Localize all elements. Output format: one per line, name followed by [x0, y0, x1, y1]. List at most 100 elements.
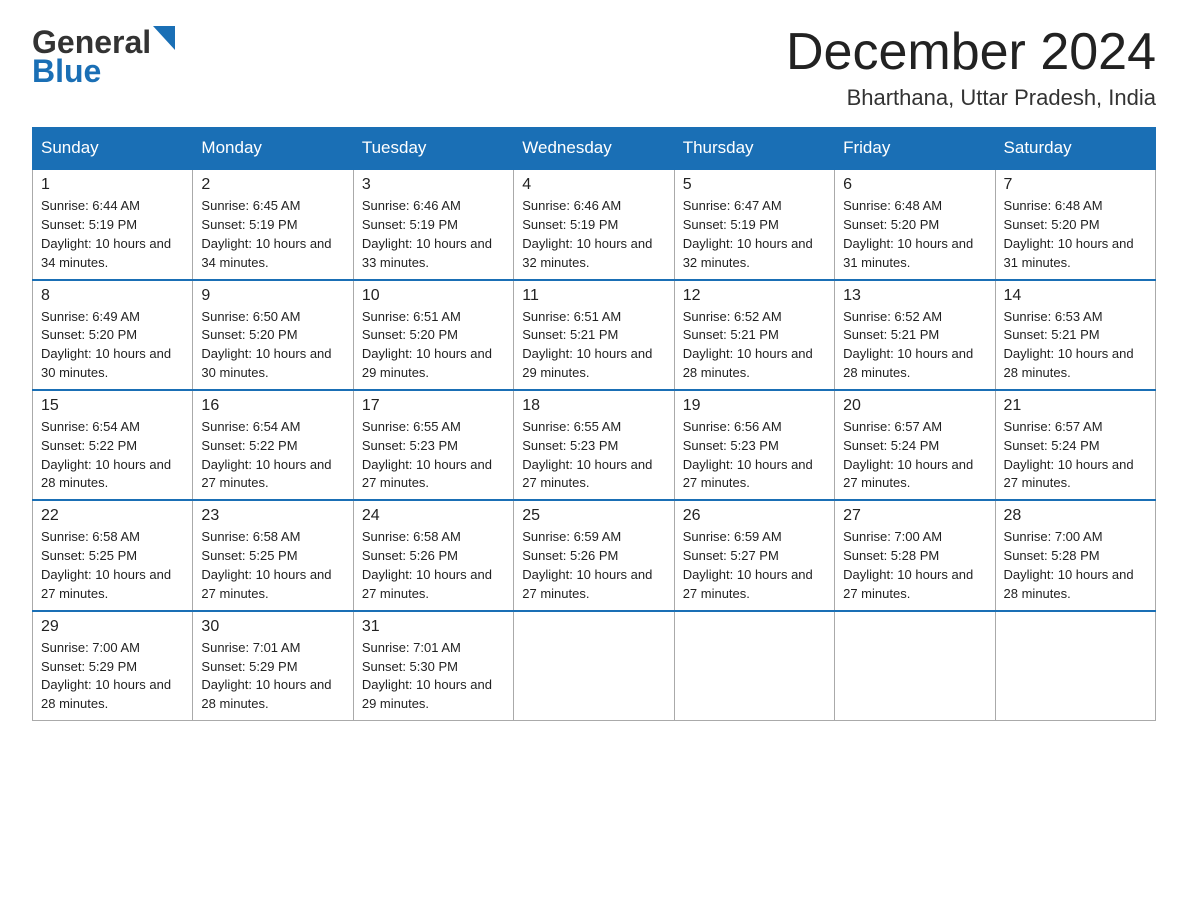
day-of-week-header: Friday	[835, 128, 995, 170]
calendar-cell: 25 Sunrise: 6:59 AMSunset: 5:26 PMDayligh…	[514, 500, 674, 610]
day-info: Sunrise: 6:54 AMSunset: 5:22 PMDaylight:…	[41, 419, 171, 491]
calendar-header-row: SundayMondayTuesdayWednesdayThursdayFrid…	[33, 128, 1156, 170]
day-info: Sunrise: 6:51 AMSunset: 5:21 PMDaylight:…	[522, 309, 652, 381]
day-info: Sunrise: 6:58 AMSunset: 5:25 PMDaylight:…	[201, 529, 331, 601]
day-info: Sunrise: 7:00 AMSunset: 5:29 PMDaylight:…	[41, 640, 171, 712]
calendar-cell: 22 Sunrise: 6:58 AMSunset: 5:25 PMDayligh…	[33, 500, 193, 610]
calendar-cell: 29 Sunrise: 7:00 AMSunset: 5:29 PMDayligh…	[33, 611, 193, 721]
logo-blue-text: Blue	[32, 53, 101, 89]
day-number: 29	[41, 618, 184, 636]
calendar-cell	[995, 611, 1155, 721]
day-number: 15	[41, 397, 184, 415]
day-number: 10	[362, 287, 505, 305]
calendar-cell: 30 Sunrise: 7:01 AMSunset: 5:29 PMDayligh…	[193, 611, 353, 721]
calendar-cell: 20Sunrise: 6:57 AMSunset: 5:24 PMDayligh…	[835, 390, 995, 500]
day-of-week-header: Saturday	[995, 128, 1155, 170]
day-number: 28	[1004, 507, 1147, 525]
calendar-week-row: 29 Sunrise: 7:00 AMSunset: 5:29 PMDayligh…	[33, 611, 1156, 721]
day-number: 21	[1004, 397, 1147, 415]
calendar-cell: 17Sunrise: 6:55 AMSunset: 5:23 PMDayligh…	[353, 390, 513, 500]
day-info: Sunrise: 6:45 AMSunset: 5:19 PMDaylight:…	[201, 198, 331, 270]
day-of-week-header: Sunday	[33, 128, 193, 170]
calendar-table: SundayMondayTuesdayWednesdayThursdayFrid…	[32, 127, 1156, 721]
logo-arrow-icon	[153, 26, 175, 50]
day-number: 3	[362, 176, 505, 194]
day-number: 27	[843, 507, 986, 525]
calendar-cell: 4Sunrise: 6:46 AMSunset: 5:19 PMDaylight…	[514, 169, 674, 279]
calendar-cell: 23Sunrise: 6:58 AMSunset: 5:25 PMDayligh…	[193, 500, 353, 610]
calendar-cell: 24 Sunrise: 6:58 AMSunset: 5:26 PMDayligh…	[353, 500, 513, 610]
location-subtitle: Bharthana, Uttar Pradesh, India	[786, 85, 1156, 111]
day-info: Sunrise: 7:00 AMSunset: 5:28 PMDaylight:…	[1004, 529, 1134, 601]
day-info: Sunrise: 6:46 AMSunset: 5:19 PMDaylight:…	[362, 198, 492, 270]
day-number: 2	[201, 176, 344, 194]
calendar-cell: 21 Sunrise: 6:57 AMSunset: 5:24 PMDayligh…	[995, 390, 1155, 500]
day-number: 20	[843, 397, 986, 415]
calendar-title-area: December 2024 Bharthana, Uttar Pradesh, …	[786, 24, 1156, 111]
calendar-week-row: 15 Sunrise: 6:54 AMSunset: 5:22 PMDayligh…	[33, 390, 1156, 500]
calendar-cell: 16 Sunrise: 6:54 AMSunset: 5:22 PMDayligh…	[193, 390, 353, 500]
day-number: 16	[201, 397, 344, 415]
day-of-week-header: Wednesday	[514, 128, 674, 170]
day-info: Sunrise: 6:58 AMSunset: 5:26 PMDaylight:…	[362, 529, 492, 601]
day-info: Sunrise: 6:55 AMSunset: 5:23 PMDaylight:…	[522, 419, 652, 491]
calendar-week-row: 8Sunrise: 6:49 AMSunset: 5:20 PMDaylight…	[33, 280, 1156, 390]
day-info: Sunrise: 6:59 AMSunset: 5:27 PMDaylight:…	[683, 529, 813, 601]
calendar-cell: 3 Sunrise: 6:46 AMSunset: 5:19 PMDaylight…	[353, 169, 513, 279]
day-info: Sunrise: 6:48 AMSunset: 5:20 PMDaylight:…	[843, 198, 973, 270]
calendar-cell: 8Sunrise: 6:49 AMSunset: 5:20 PMDaylight…	[33, 280, 193, 390]
day-info: Sunrise: 7:00 AMSunset: 5:28 PMDaylight:…	[843, 529, 973, 601]
day-info: Sunrise: 6:52 AMSunset: 5:21 PMDaylight:…	[683, 309, 813, 381]
day-info: Sunrise: 6:51 AMSunset: 5:20 PMDaylight:…	[362, 309, 492, 381]
calendar-week-row: 1Sunrise: 6:44 AMSunset: 5:19 PMDaylight…	[33, 169, 1156, 279]
calendar-week-row: 22 Sunrise: 6:58 AMSunset: 5:25 PMDayligh…	[33, 500, 1156, 610]
calendar-cell: 18 Sunrise: 6:55 AMSunset: 5:23 PMDayligh…	[514, 390, 674, 500]
day-number: 24	[362, 507, 505, 525]
day-of-week-header: Monday	[193, 128, 353, 170]
day-number: 7	[1004, 176, 1147, 194]
day-number: 9	[201, 287, 344, 305]
calendar-cell: 11Sunrise: 6:51 AMSunset: 5:21 PMDayligh…	[514, 280, 674, 390]
day-info: Sunrise: 6:57 AMSunset: 5:24 PMDaylight:…	[1004, 419, 1134, 491]
day-number: 17	[362, 397, 505, 415]
calendar-cell: 9 Sunrise: 6:50 AMSunset: 5:20 PMDaylight…	[193, 280, 353, 390]
calendar-cell: 14Sunrise: 6:53 AMSunset: 5:21 PMDayligh…	[995, 280, 1155, 390]
day-number: 25	[522, 507, 665, 525]
calendar-cell: 2 Sunrise: 6:45 AMSunset: 5:19 PMDaylight…	[193, 169, 353, 279]
calendar-cell: 31Sunrise: 7:01 AMSunset: 5:30 PMDayligh…	[353, 611, 513, 721]
calendar-cell: 1Sunrise: 6:44 AMSunset: 5:19 PMDaylight…	[33, 169, 193, 279]
day-info: Sunrise: 6:59 AMSunset: 5:26 PMDaylight:…	[522, 529, 652, 601]
calendar-cell: 27 Sunrise: 7:00 AMSunset: 5:28 PMDayligh…	[835, 500, 995, 610]
calendar-cell: 10 Sunrise: 6:51 AMSunset: 5:20 PMDayligh…	[353, 280, 513, 390]
calendar-cell: 28 Sunrise: 7:00 AMSunset: 5:28 PMDayligh…	[995, 500, 1155, 610]
day-number: 18	[522, 397, 665, 415]
day-info: Sunrise: 7:01 AMSunset: 5:29 PMDaylight:…	[201, 640, 331, 712]
day-info: Sunrise: 7:01 AMSunset: 5:30 PMDaylight:…	[362, 640, 492, 712]
day-info: Sunrise: 6:46 AMSunset: 5:19 PMDaylight:…	[522, 198, 652, 270]
calendar-cell	[514, 611, 674, 721]
day-number: 22	[41, 507, 184, 525]
day-number: 12	[683, 287, 826, 305]
day-info: Sunrise: 6:47 AMSunset: 5:19 PMDaylight:…	[683, 198, 813, 270]
day-info: Sunrise: 6:48 AMSunset: 5:20 PMDaylight:…	[1004, 198, 1134, 270]
day-of-week-header: Tuesday	[353, 128, 513, 170]
day-number: 30	[201, 618, 344, 636]
day-number: 1	[41, 176, 184, 194]
day-info: Sunrise: 6:49 AMSunset: 5:20 PMDaylight:…	[41, 309, 171, 381]
day-info: Sunrise: 6:54 AMSunset: 5:22 PMDaylight:…	[201, 419, 331, 491]
calendar-cell: 6Sunrise: 6:48 AMSunset: 5:20 PMDaylight…	[835, 169, 995, 279]
day-number: 26	[683, 507, 826, 525]
calendar-cell: 15 Sunrise: 6:54 AMSunset: 5:22 PMDayligh…	[33, 390, 193, 500]
day-number: 13	[843, 287, 986, 305]
month-title: December 2024	[786, 24, 1156, 81]
day-info: Sunrise: 6:56 AMSunset: 5:23 PMDaylight:…	[683, 419, 813, 491]
day-number: 19	[683, 397, 826, 415]
logo: General Blue	[32, 24, 175, 90]
day-info: Sunrise: 6:50 AMSunset: 5:20 PMDaylight:…	[201, 309, 331, 381]
day-info: Sunrise: 6:58 AMSunset: 5:25 PMDaylight:…	[41, 529, 171, 601]
day-number: 14	[1004, 287, 1147, 305]
calendar-cell: 13Sunrise: 6:52 AMSunset: 5:21 PMDayligh…	[835, 280, 995, 390]
day-number: 5	[683, 176, 826, 194]
calendar-cell	[674, 611, 834, 721]
calendar-cell	[835, 611, 995, 721]
